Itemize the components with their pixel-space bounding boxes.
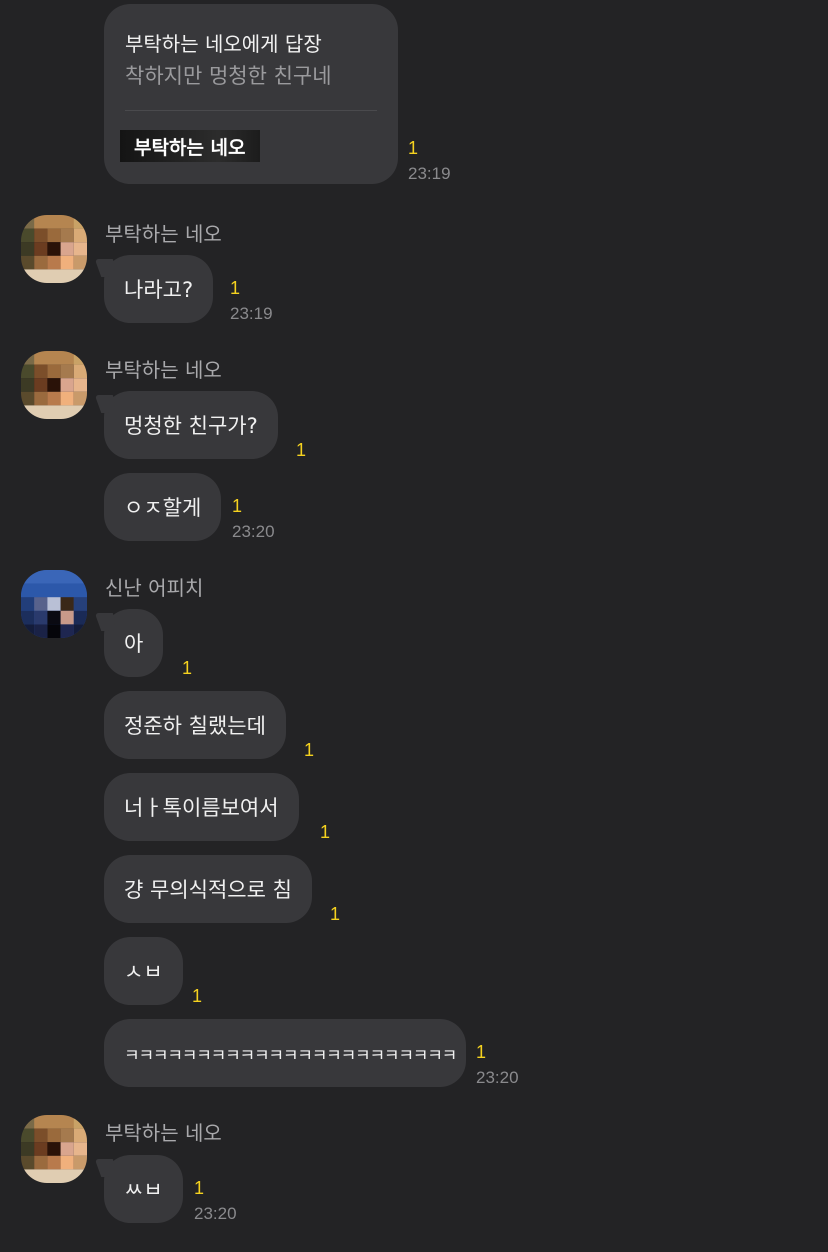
unread-count: 1 [194,1178,205,1198]
reply-message-bubble[interactable]: 부탁하는 네오에게 답장 착하지만 멍청한 친구네 부탁하는 네오 [104,4,398,184]
neo-avatar-icon [21,215,87,283]
neo-avatar-icon[interactable] [21,215,87,283]
message-bubble[interactable]: 멍청한 친구가? [104,391,278,459]
unread-count: 1 [476,1042,487,1062]
unread-count: 1 [296,440,307,460]
unread-count: 1 [232,496,243,516]
reply-quoted-text: 착하지만 멍청한 친구네 [125,64,332,88]
unread-count: 1 [304,740,315,760]
reply-target-name: 부탁하는 네오 [120,130,260,162]
message-bubble[interactable]: 아 [104,609,164,677]
message-bubble[interactable]: ㅅㅂ [104,937,183,1005]
reply-title: 부탁하는 네오에게 답장 [125,32,322,56]
sender-name: 신난 어피치 [105,576,204,600]
message-time: 23:20 [232,522,275,541]
message-bubble[interactable]: ㅋㅋㅋㅋㅋㅋㅋㅋㅋㅋㅋㅋㅋㅋㅋㅋㅋㅋㅋㅋㅋㅋㅋ [104,1019,466,1087]
apeach-avatar-icon[interactable] [21,570,87,638]
message-time: 23:20 [476,1068,519,1087]
neo-avatar-icon[interactable] [21,351,87,419]
unread-count: 1 [330,904,341,924]
neo-avatar-icon [21,1115,87,1183]
chat-room: 부탁하는 네오에게 답장 착하지만 멍청한 친구네 부탁하는 네오 1 23:1… [0,0,828,1252]
message-time: 23:19 [230,304,273,323]
unread-count: 1 [182,658,193,678]
message-time: 23:19 [408,164,451,183]
message-bubble[interactable]: 나라고? [104,255,214,323]
reply-divider [125,110,377,111]
apeach-avatar-icon [21,570,87,638]
unread-count: 1 [192,986,203,1006]
message-time: 23:20 [194,1204,237,1223]
unread-count: 1 [230,278,241,298]
sender-name: 부탁하는 네오 [105,222,222,246]
unread-count: 1 [320,822,331,842]
neo-avatar-icon[interactable] [21,1115,87,1183]
unread-count: 1 [408,138,419,158]
sender-name: 부탁하는 네오 [105,358,222,382]
message-bubble[interactable]: ㅇㅈ할게 [104,473,222,541]
message-bubble[interactable]: 너ㅏ톡이름보여서 [104,773,299,841]
message-bubble[interactable]: 걍 무의식적으로 침 [104,855,312,923]
message-bubble[interactable]: ㅆㅂ [104,1155,183,1223]
neo-avatar-icon [21,351,87,419]
sender-name: 부탁하는 네오 [105,1121,222,1145]
message-bubble[interactable]: 정준하 칠랬는데 [104,691,286,759]
